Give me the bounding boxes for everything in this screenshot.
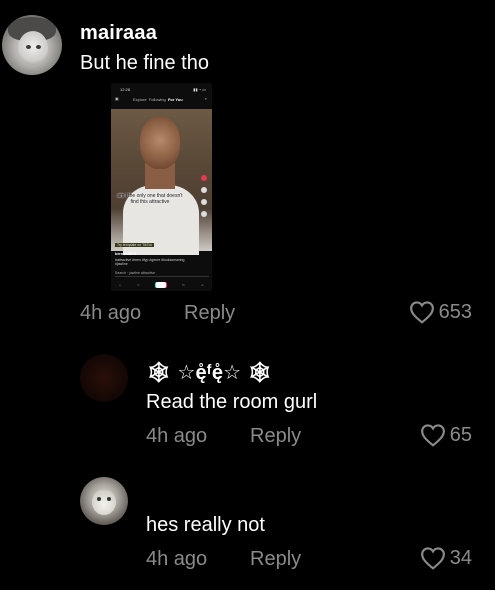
like-button[interactable]: 65 bbox=[420, 423, 472, 447]
live-icon: ▣ bbox=[115, 96, 119, 101]
tab-for-you: For You bbox=[167, 97, 183, 102]
top-tabs: Explore Following For You bbox=[133, 97, 183, 102]
search-bar: Search · jawline attractive bbox=[115, 271, 209, 277]
side-action-icons bbox=[201, 175, 209, 223]
like-count: 34 bbox=[449, 546, 472, 569]
template-tag: Try template on TikTok bbox=[115, 243, 155, 247]
heart-icon bbox=[201, 175, 207, 181]
avatar-eye bbox=[107, 497, 111, 501]
reply-button[interactable]: Reply bbox=[250, 548, 301, 571]
avatar[interactable] bbox=[80, 354, 128, 402]
status-bar: 12:28 ▮▮ ◔ ▭ bbox=[111, 86, 212, 94]
avatar[interactable] bbox=[2, 15, 62, 75]
tab-explore: Explore bbox=[133, 97, 147, 102]
video-description: #attractive #men #fyp #genre #lookssmaxi… bbox=[115, 258, 185, 266]
reply-text: Read the room gurl bbox=[146, 391, 318, 413]
uploader-name: bienes007z bbox=[115, 251, 137, 256]
reply-username[interactable]: 🕸 ☆ę̊ᶠę̊☆ 🕸 bbox=[146, 360, 273, 385]
reply-button[interactable]: Reply bbox=[250, 425, 301, 448]
reply-time: 4h ago bbox=[146, 425, 208, 447]
like-button[interactable]: 653 bbox=[409, 300, 472, 324]
share-icon bbox=[201, 211, 207, 217]
avatar[interactable] bbox=[80, 477, 128, 525]
signal-icon: ▮▮ ◔ ▭ bbox=[193, 87, 206, 92]
heart-icon bbox=[420, 547, 445, 570]
home-icon: ⌂ bbox=[119, 282, 121, 287]
comment-username[interactable]: mairaaa bbox=[80, 22, 157, 45]
avatar-eye bbox=[97, 497, 101, 501]
reply-button[interactable]: Reply bbox=[184, 302, 235, 325]
comment-attached-image[interactable]: 12:28 ▮▮ ◔ ▭ ▣ Explore Following For You… bbox=[111, 83, 212, 291]
create-icon bbox=[155, 281, 166, 288]
friends-icon: ⚇ bbox=[136, 282, 140, 287]
heart-icon bbox=[420, 424, 445, 447]
heart-icon bbox=[409, 301, 434, 324]
tab-following: Following bbox=[148, 97, 166, 102]
avatar-face bbox=[18, 31, 48, 65]
status-time: 12:28 bbox=[120, 87, 131, 92]
reply-time: 4h ago bbox=[146, 548, 208, 570]
comment-icon bbox=[201, 187, 207, 193]
like-button[interactable]: 34 bbox=[420, 546, 472, 570]
top-nav: ▣ Explore Following For You ⌕ bbox=[111, 96, 212, 104]
like-count: 653 bbox=[438, 300, 472, 323]
bookmark-icon bbox=[201, 199, 207, 205]
avatar-eye bbox=[36, 45, 41, 49]
reply-text: hes really not bbox=[146, 514, 265, 536]
comment-time: 4h ago bbox=[80, 302, 142, 324]
bottom-tabbar: ⌂ ⚇ ▭ ☺ bbox=[111, 278, 212, 291]
video-caption: am i the only one that doesn't find this… bbox=[117, 193, 183, 205]
like-count: 65 bbox=[449, 423, 472, 446]
avatar-eye bbox=[26, 45, 31, 49]
inbox-icon: ▭ bbox=[181, 282, 185, 287]
avatar-face bbox=[92, 489, 116, 515]
comment-text: But he fine tho bbox=[80, 52, 209, 74]
search-icon: ⌕ bbox=[204, 96, 207, 101]
head-shape bbox=[140, 117, 180, 169]
profile-icon: ☺ bbox=[200, 282, 204, 287]
video-frame bbox=[111, 109, 212, 255]
